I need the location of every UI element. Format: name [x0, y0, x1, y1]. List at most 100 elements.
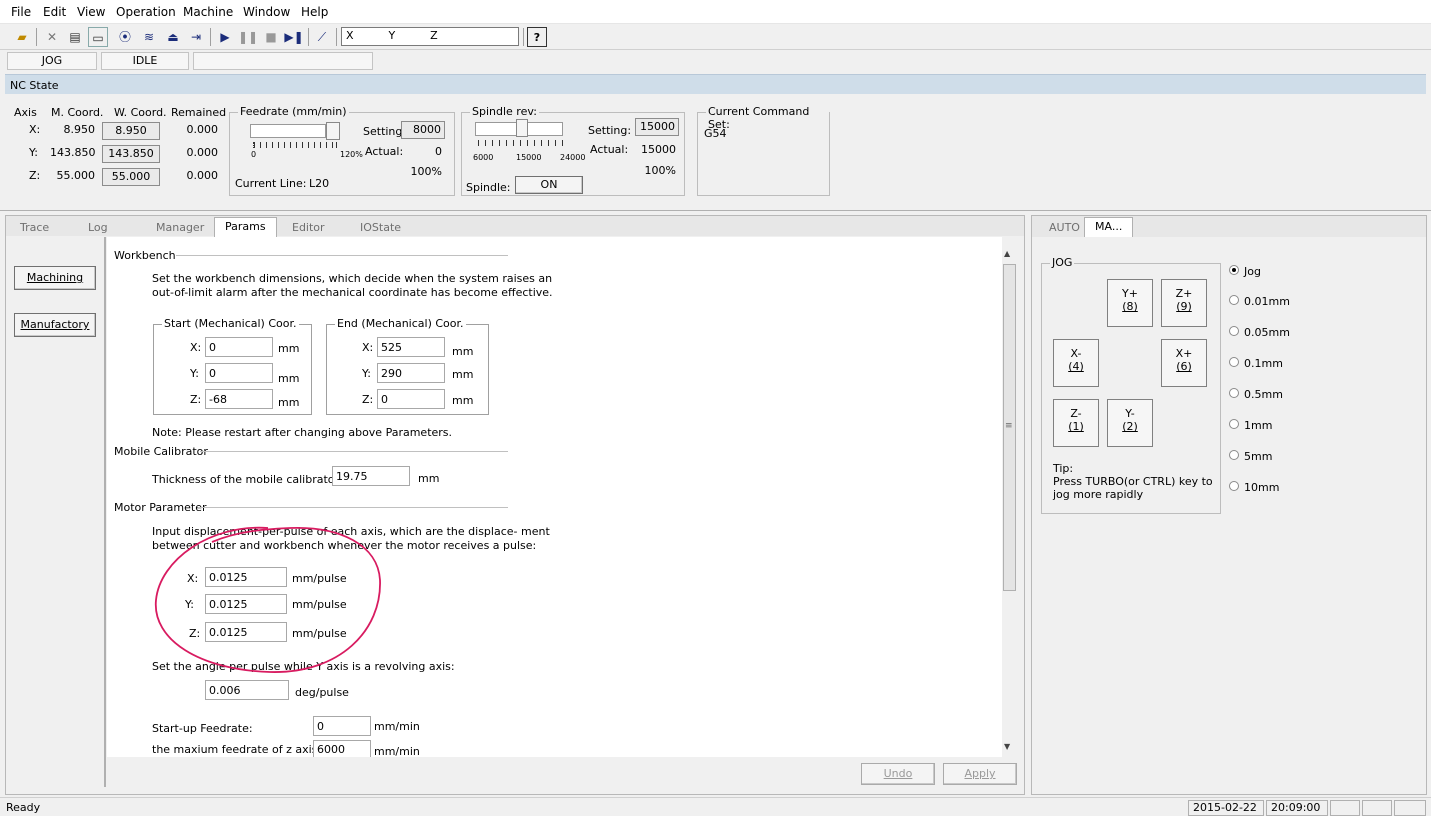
radio-0-01mm[interactable]: [1229, 295, 1239, 305]
restart-note: Note: Please restart after changing abov…: [152, 426, 453, 439]
menu-operation[interactable]: Operation: [116, 5, 176, 19]
radio-5mm-label[interactable]: 5mm: [1244, 450, 1272, 463]
spindle-label: Spindle:: [466, 181, 511, 194]
current-line-label: Current Line:: [235, 177, 307, 190]
tab-editor[interactable]: Editor: [282, 219, 335, 236]
jog-tip-3: jog more rapidly: [1053, 488, 1144, 501]
radio-10mm-label[interactable]: 10mm: [1244, 481, 1279, 494]
close-file-icon[interactable]: ✕: [42, 27, 62, 47]
resize-grip-icon[interactable]: [1394, 800, 1426, 816]
tab-auto[interactable]: AUTO: [1039, 219, 1090, 236]
monitor-icon[interactable]: ▭: [88, 27, 108, 47]
col-wcoord: W. Coord.: [114, 106, 167, 119]
spindle-percent: 100%: [644, 164, 676, 177]
wave-icon[interactable]: ≋: [139, 27, 159, 47]
end-z-input[interactable]: [377, 389, 445, 409]
startup-feedrate-label: Start-up Feedrate:: [152, 722, 253, 735]
status-date: 2015-02-22: [1188, 800, 1264, 816]
radio-0-01mm-label[interactable]: 0.01mm: [1244, 295, 1290, 308]
radio-jog[interactable]: [1229, 265, 1239, 275]
feedrate-slider[interactable]: [250, 124, 326, 138]
radio-5mm[interactable]: [1229, 450, 1239, 460]
spindle-actual: 15000: [641, 143, 676, 156]
feedrate-percent: 100%: [410, 165, 442, 178]
menu-help[interactable]: Help: [301, 5, 328, 19]
radio-0-1mm-label[interactable]: 0.1mm: [1244, 357, 1283, 370]
start-x-input[interactable]: [205, 337, 273, 357]
radio-0-05mm-label[interactable]: 0.05mm: [1244, 326, 1290, 339]
manufactory-button[interactable]: Manufactory: [14, 313, 96, 337]
maxz-feedrate-input[interactable]: [313, 740, 371, 757]
end-coor-title: End (Mechanical) Coor.: [335, 317, 466, 330]
scroll-down-icon[interactable]: ▼: [1004, 742, 1010, 751]
menu-view[interactable]: View: [77, 5, 105, 19]
remained-x: 0.000: [186, 123, 219, 136]
spindle-slider-thumb[interactable]: [516, 119, 528, 137]
jog-z-plus-button[interactable]: Z+ (9): [1161, 279, 1207, 327]
command-set-group: Current Command Set:: [697, 105, 830, 196]
radio-0-1mm[interactable]: [1229, 357, 1239, 367]
feedrate-actual-label: Actual:: [365, 145, 404, 158]
help-icon[interactable]: ?: [527, 27, 547, 47]
jog-y-plus-button[interactable]: Y+ (8): [1107, 279, 1153, 327]
undo-button[interactable]: Undo: [861, 763, 935, 785]
motor-title: Motor Parameter: [114, 501, 207, 514]
tab-params[interactable]: Params: [214, 217, 277, 237]
status-indicator: IDLE: [101, 52, 189, 70]
feedrate-slider-thumb[interactable]: [326, 122, 340, 140]
remained-z: 0.000: [186, 169, 219, 182]
end-x-input[interactable]: [377, 337, 445, 357]
reset-icon[interactable]: ⟋: [312, 27, 332, 47]
jog-x-minus-button[interactable]: X- (4): [1053, 339, 1099, 387]
machine-icon[interactable]: ⏏: [163, 27, 183, 47]
spindle-scale-2: 24000: [560, 153, 586, 162]
export-icon[interactable]: ⇥: [186, 27, 206, 47]
axes-field[interactable]: X Y Z: [341, 27, 519, 46]
workbench-title: Workbench: [114, 249, 176, 262]
radio-1mm[interactable]: [1229, 419, 1239, 429]
calibrator-input[interactable]: [332, 466, 410, 486]
radio-10mm[interactable]: [1229, 481, 1239, 491]
scroll-up-icon[interactable]: ▲: [1004, 249, 1010, 258]
radio-0-5mm-label[interactable]: 0.5mm: [1244, 388, 1283, 401]
tab-log[interactable]: Log: [78, 219, 118, 236]
stop-icon[interactable]: ■: [261, 27, 281, 47]
status-ready: Ready: [6, 801, 41, 814]
radio-0-5mm[interactable]: [1229, 388, 1239, 398]
feedrate-scale-max: 120%: [340, 150, 363, 159]
startup-feedrate-input[interactable]: [313, 716, 371, 736]
pause-icon[interactable]: ❚❚: [238, 27, 258, 47]
menu-window[interactable]: Window: [243, 5, 290, 19]
tab-manager[interactable]: Manager: [146, 219, 214, 236]
spindle-scale-0: 6000: [473, 153, 494, 162]
spindle-toggle-button[interactable]: ON: [515, 176, 583, 194]
jog-z-minus-button[interactable]: Z- (1): [1053, 399, 1099, 447]
machining-button[interactable]: Machining: [14, 266, 96, 290]
annotation-circle: [155, 526, 381, 673]
start-z-input[interactable]: [205, 389, 273, 409]
play-icon[interactable]: ▶: [215, 27, 235, 47]
radio-1mm-label[interactable]: 1mm: [1244, 419, 1272, 432]
radio-0-05mm[interactable]: [1229, 326, 1239, 336]
radio-jog-label[interactable]: Jog: [1244, 265, 1261, 278]
status-time: 20:09:00: [1266, 800, 1328, 816]
jog-x-plus-button[interactable]: X+ (6): [1161, 339, 1207, 387]
angle-unit: deg/pulse: [295, 686, 349, 699]
menu-file[interactable]: File: [11, 5, 31, 19]
step-icon[interactable]: ▶❚: [284, 27, 304, 47]
open-folder-icon[interactable]: ▰: [12, 27, 32, 47]
jog-y-minus-button[interactable]: Y- (2): [1107, 399, 1153, 447]
tab-iostate[interactable]: IOState: [350, 219, 411, 236]
apply-button[interactable]: Apply: [943, 763, 1017, 785]
list-icon[interactable]: ▤: [65, 27, 85, 47]
menu-edit[interactable]: Edit: [43, 5, 66, 19]
signal-icon[interactable]: ⦿: [115, 27, 135, 47]
menu-machine[interactable]: Machine: [183, 5, 233, 19]
end-y-input[interactable]: [377, 363, 445, 383]
tab-trace[interactable]: Trace: [10, 219, 59, 236]
mode-indicator: JOG: [7, 52, 97, 70]
tab-manual[interactable]: MA...: [1084, 217, 1134, 238]
wcoord-x: 8.950: [102, 122, 160, 140]
angle-input[interactable]: [205, 680, 289, 700]
start-y-input[interactable]: [205, 363, 273, 383]
